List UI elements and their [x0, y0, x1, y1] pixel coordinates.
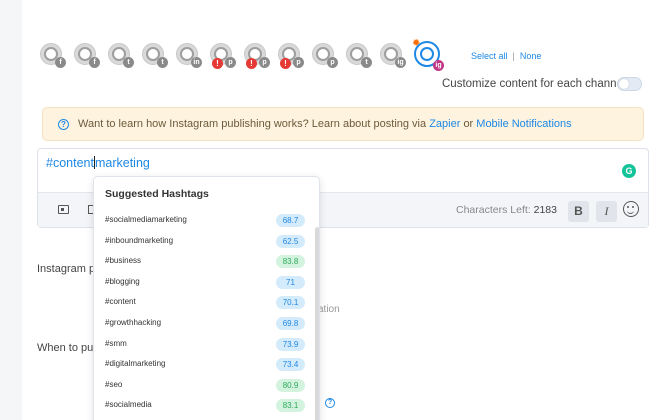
- channel-selector: f f t t in ! p ! p ! p p t ig ✹ ig: [40, 38, 452, 71]
- customize-toggle[interactable]: [617, 77, 642, 91]
- hashtag-score: 68.7: [276, 214, 305, 227]
- hashtag-score: 73.4: [276, 358, 305, 371]
- hashtag-name: #blogging: [105, 277, 140, 286]
- channel-avatar[interactable]: ! p: [210, 43, 236, 69]
- instagram-icon: ig: [433, 60, 444, 71]
- hashtag-name: #socialmediamarketing: [105, 215, 187, 224]
- channel-avatar[interactable]: in: [176, 43, 202, 68]
- hashtag-name: #growthhacking: [105, 318, 162, 327]
- hashtag-score: 83.8: [276, 255, 305, 268]
- info-or: or: [463, 118, 474, 130]
- when-to-publish-label: When to pub: [37, 342, 100, 354]
- hashtag-item[interactable]: #smm 73.9: [105, 338, 305, 352]
- hashtag-score: 70.1: [276, 296, 305, 309]
- channel-avatar[interactable]: t: [346, 43, 372, 68]
- selection-links: Select all | None: [471, 51, 541, 61]
- customize-label: Customize content for each channel: [442, 78, 626, 90]
- instagram-icon: ig: [395, 57, 406, 68]
- characters-left: Characters Left: 2183: [456, 204, 557, 216]
- question-icon: ?: [58, 118, 69, 130]
- bold-button[interactable]: B: [568, 201, 589, 222]
- select-all-link[interactable]: Select all: [471, 51, 508, 61]
- channel-avatar[interactable]: t: [142, 43, 168, 68]
- linkedin-icon: in: [191, 57, 202, 68]
- channel-avatar[interactable]: t: [108, 43, 134, 68]
- hashtag-name: #content: [105, 297, 136, 306]
- channel-avatar[interactable]: ig: [380, 43, 406, 68]
- hashtag-score: 80.9: [276, 379, 305, 392]
- hashtag-item[interactable]: #socialmediamarketing 68.7: [105, 214, 305, 228]
- channel-avatar[interactable]: p: [312, 43, 338, 68]
- warning-icon: !: [280, 58, 291, 69]
- hashtag-item[interactable]: #seo 80.9: [105, 379, 305, 393]
- image-icon[interactable]: [58, 205, 69, 214]
- italic-button[interactable]: I: [596, 201, 617, 222]
- instagram-publishing-label: Instagram p: [37, 263, 96, 275]
- channel-avatar[interactable]: ! p: [244, 43, 270, 69]
- hashtag-item[interactable]: #socialmedia 83.1: [105, 399, 305, 413]
- hashtag-suggestions-popup: Suggested Hashtags #socialmediamarketing…: [93, 176, 320, 420]
- characters-left-label: Characters Left:: [456, 204, 531, 216]
- facebook-icon: f: [55, 57, 66, 68]
- pinterest-icon: p: [293, 57, 304, 68]
- mobile-notifications-link[interactable]: Mobile Notifications: [476, 118, 571, 130]
- twitter-icon: t: [157, 57, 168, 68]
- hashtag-item[interactable]: #business 83.8: [105, 255, 305, 269]
- select-none-link[interactable]: None: [520, 51, 542, 61]
- link-divider: |: [512, 51, 515, 61]
- hashtag-item[interactable]: #blogging 71: [105, 276, 305, 290]
- warning-icon: !: [212, 58, 223, 69]
- hashtag-item[interactable]: #growthhacking 69.8: [105, 317, 305, 331]
- hashtag-name: #digitalmarketing: [105, 359, 166, 368]
- channel-avatar[interactable]: f: [74, 43, 100, 68]
- star-icon: ✹: [412, 38, 421, 49]
- editor-text-end: marketing: [94, 156, 150, 170]
- hashtag-score: 71: [276, 276, 305, 289]
- grammarly-icon[interactable]: G: [622, 164, 636, 178]
- twitter-icon: t: [123, 57, 134, 68]
- pinterest-icon: p: [259, 57, 270, 68]
- zapier-link[interactable]: Zapier: [429, 118, 460, 130]
- info-text: Want to learn how Instagram publishing w…: [78, 118, 427, 130]
- hashtag-score: 83.1: [276, 399, 305, 412]
- channel-avatar[interactable]: f: [40, 43, 66, 68]
- warning-icon: !: [246, 58, 257, 69]
- hashtag-score: 73.9: [276, 338, 305, 351]
- pinterest-icon: p: [225, 57, 236, 68]
- info-banner: ? Want to learn how Instagram publishing…: [42, 107, 644, 141]
- help-icon[interactable]: ?: [325, 398, 335, 408]
- hashtag-item[interactable]: #content 70.1: [105, 296, 305, 310]
- characters-left-value: 2183: [533, 204, 557, 216]
- emoji-icon[interactable]: [623, 201, 639, 217]
- popup-title: Suggested Hashtags: [105, 188, 209, 200]
- tumblr-icon: t: [361, 57, 372, 68]
- brand-logo-icon: [420, 47, 434, 61]
- faint-helper-text: ation: [318, 304, 340, 315]
- facebook-icon: f: [89, 57, 100, 68]
- hashtag-score: 62.5: [276, 235, 305, 248]
- hashtag-name: #socialmedia: [105, 400, 152, 409]
- hashtag-name: #seo: [105, 380, 123, 389]
- channel-avatar[interactable]: ! p: [278, 43, 304, 69]
- hashtag-score: 69.8: [276, 317, 305, 330]
- channel-avatar-selected[interactable]: ✹ ig: [412, 38, 444, 71]
- hashtag-name: #inboundmarketing: [105, 236, 174, 245]
- hashtag-item[interactable]: #digitalmarketing 73.4: [105, 358, 305, 372]
- popup-scrollbar[interactable]: [315, 227, 319, 420]
- hashtag-item[interactable]: #inboundmarketing 62.5: [105, 235, 305, 249]
- hashtag-name: #business: [105, 256, 142, 265]
- editor-text-start: #content: [46, 156, 94, 170]
- pinterest-icon: p: [327, 57, 338, 68]
- editor-text[interactable]: #contentmarketing: [46, 156, 150, 170]
- hashtag-name: #smm: [105, 339, 127, 348]
